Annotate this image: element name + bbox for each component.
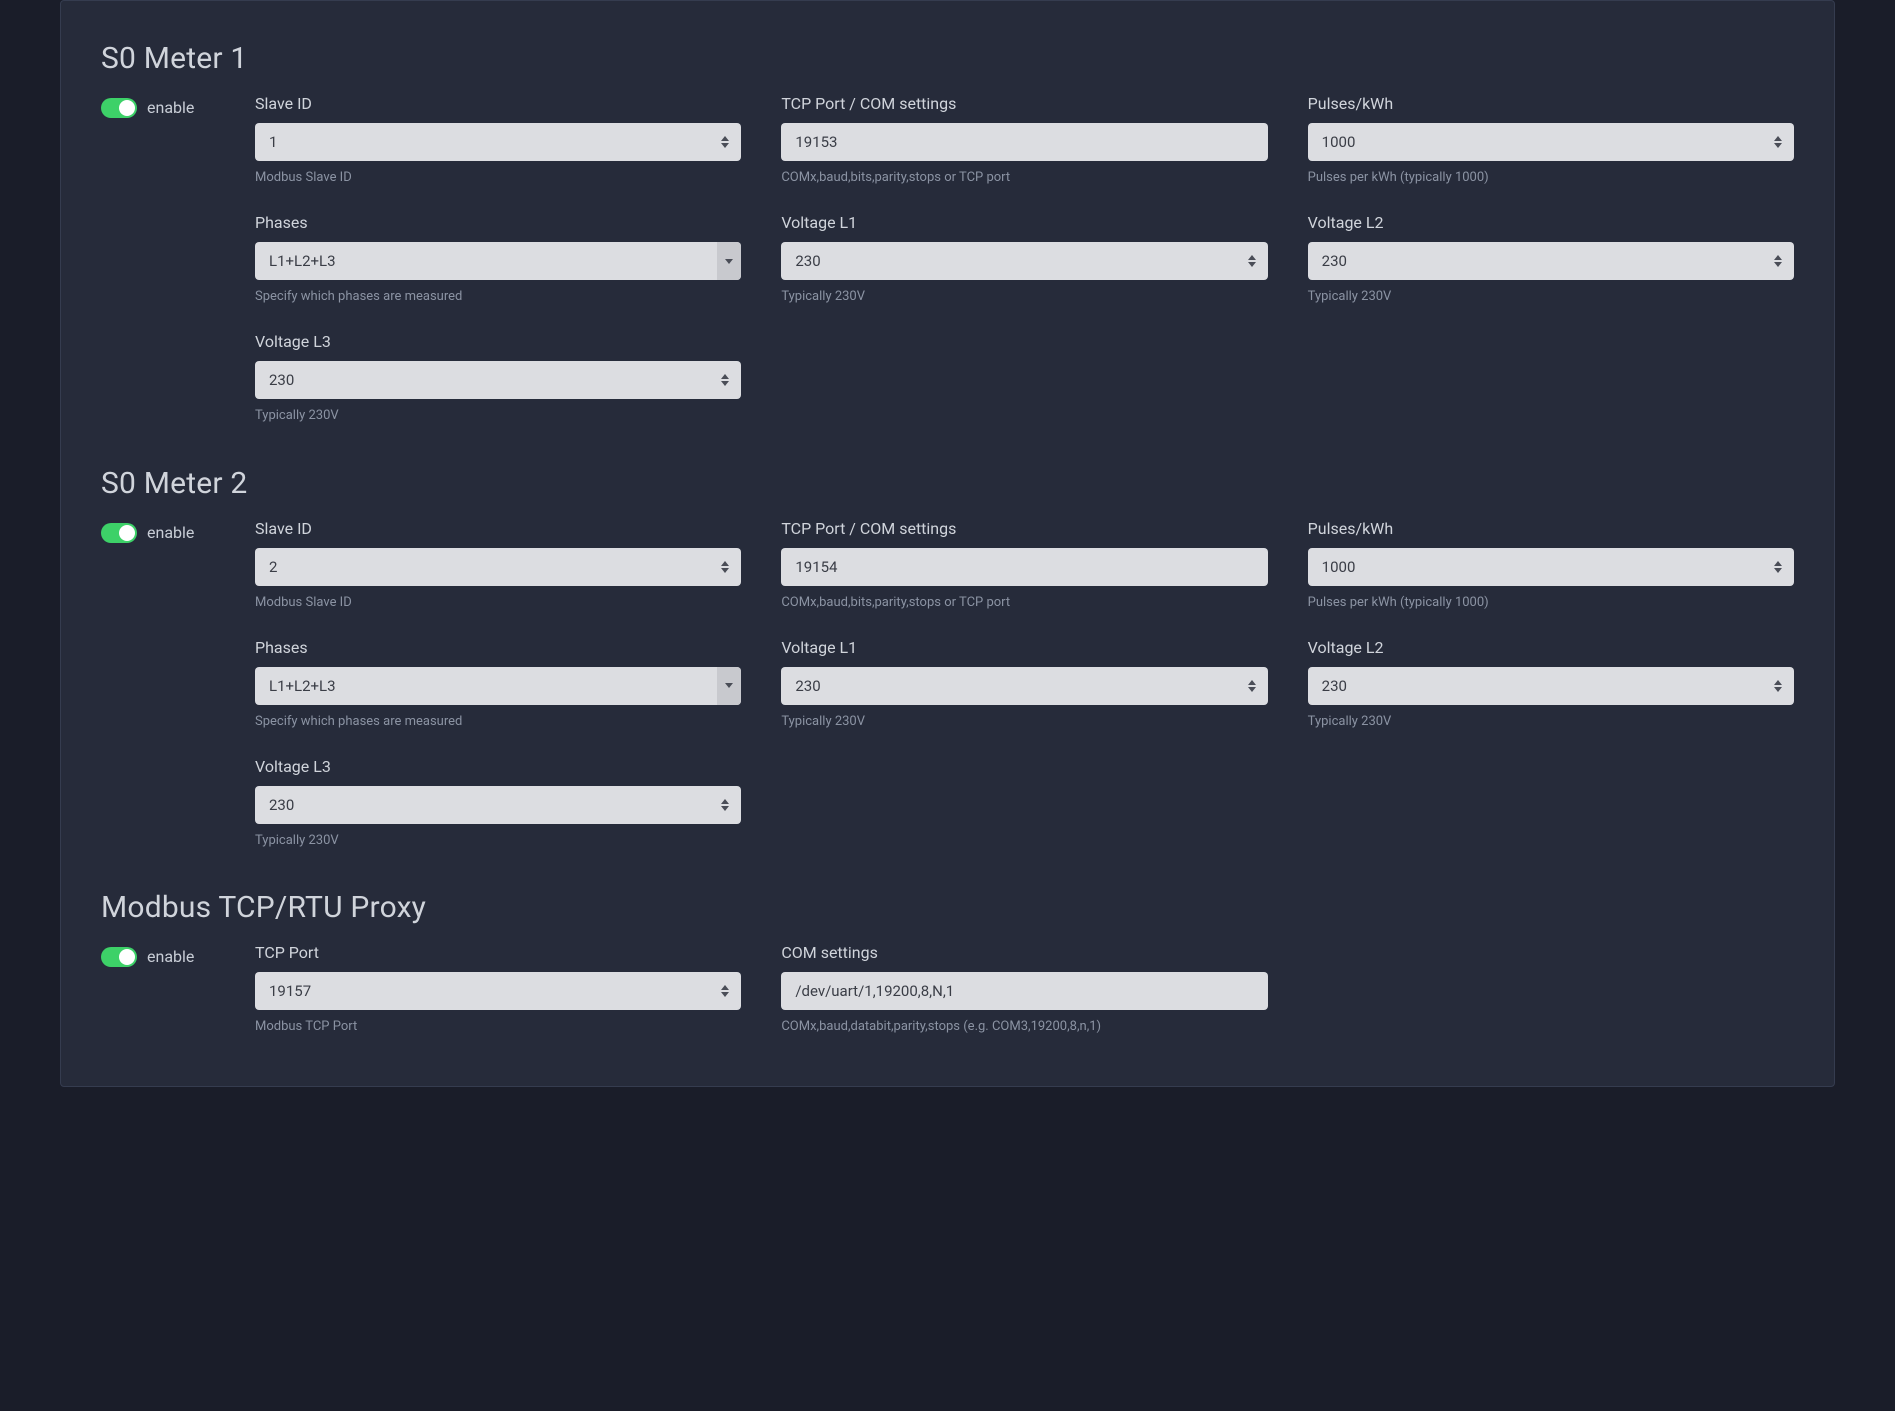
field-help: Typically 230V xyxy=(1308,288,1794,306)
field-phases: Phases L1+L2+L3 Specify which phases are… xyxy=(255,213,741,306)
slave-id-input[interactable] xyxy=(255,548,741,586)
field-help: Pulses per kWh (typically 1000) xyxy=(1308,594,1794,612)
tcp-com-input[interactable] xyxy=(781,123,1267,161)
field-label: Pulses/kWh xyxy=(1308,519,1794,538)
field-help: Typically 230V xyxy=(1308,713,1794,731)
voltage-l2-input[interactable] xyxy=(1308,242,1794,280)
enable-toggle[interactable] xyxy=(101,947,137,967)
field-help: Typically 230V xyxy=(781,288,1267,306)
enable-label: enable xyxy=(147,98,194,117)
field-slave-id: Slave ID Modbus Slave ID xyxy=(255,94,741,187)
voltage-l2-input[interactable] xyxy=(1308,667,1794,705)
enable-toggle[interactable] xyxy=(101,523,137,543)
section-title: S0 Meter 2 xyxy=(101,466,1794,501)
voltage-l3-input[interactable] xyxy=(255,786,741,824)
field-help: Modbus Slave ID xyxy=(255,594,741,612)
field-label: Voltage L3 xyxy=(255,757,741,776)
phases-select[interactable]: L1+L2+L3 xyxy=(255,667,741,705)
field-pulses: Pulses/kWh Pulses per kWh (typically 100… xyxy=(1308,94,1794,187)
voltage-l1-input[interactable] xyxy=(781,667,1267,705)
settings-panel: S0 Meter 1 enable Slave ID Modbus Slave … xyxy=(60,0,1835,1087)
section-s0-meter-2: S0 Meter 2 enable Slave ID Modbus Slave … xyxy=(101,466,1794,851)
section-modbus-proxy: Modbus TCP/RTU Proxy enable TCP Port Mod… xyxy=(101,890,1794,1036)
field-label: Slave ID xyxy=(255,519,741,538)
pulses-input[interactable] xyxy=(1308,548,1794,586)
voltage-l1-input[interactable] xyxy=(781,242,1267,280)
enable-toggle[interactable] xyxy=(101,98,137,118)
field-pulses: Pulses/kWh Pulses per kWh (typically 100… xyxy=(1308,519,1794,612)
field-com-settings: COM settings COMx,baud,databit,parity,st… xyxy=(781,943,1267,1036)
tcp-com-input[interactable] xyxy=(781,548,1267,586)
field-voltage-l2: Voltage L2 Typically 230V xyxy=(1308,638,1794,731)
field-label: Voltage L2 xyxy=(1308,213,1794,232)
field-voltage-l2: Voltage L2 Typically 230V xyxy=(1308,213,1794,306)
field-help: Typically 230V xyxy=(781,713,1267,731)
field-help: Specify which phases are measured xyxy=(255,288,741,306)
enable-label: enable xyxy=(147,523,194,542)
section-s0-meter-1: S0 Meter 1 enable Slave ID Modbus Slave … xyxy=(101,41,1794,426)
field-help: COMx,baud,databit,parity,stops (e.g. COM… xyxy=(781,1018,1267,1036)
field-help: Specify which phases are measured xyxy=(255,713,741,731)
com-settings-input[interactable] xyxy=(781,972,1267,1010)
field-help: Pulses per kWh (typically 1000) xyxy=(1308,169,1794,187)
field-voltage-l3: Voltage L3 Typically 230V xyxy=(255,757,741,850)
field-help: Typically 230V xyxy=(255,407,741,425)
field-label: Phases xyxy=(255,213,741,232)
tcp-port-input[interactable] xyxy=(255,972,741,1010)
section-title: Modbus TCP/RTU Proxy xyxy=(101,890,1794,925)
enable-label: enable xyxy=(147,947,194,966)
field-label: TCP Port / COM settings xyxy=(781,519,1267,538)
field-tcp-com: TCP Port / COM settings COMx,baud,bits,p… xyxy=(781,519,1267,612)
phases-select[interactable]: L1+L2+L3 xyxy=(255,242,741,280)
field-voltage-l3: Voltage L3 Typically 230V xyxy=(255,332,741,425)
field-label: TCP Port xyxy=(255,943,741,962)
pulses-input[interactable] xyxy=(1308,123,1794,161)
field-voltage-l1: Voltage L1 Typically 230V xyxy=(781,213,1267,306)
field-tcp-port: TCP Port Modbus TCP Port xyxy=(255,943,741,1036)
field-voltage-l1: Voltage L1 Typically 230V xyxy=(781,638,1267,731)
field-label: Voltage L1 xyxy=(781,213,1267,232)
field-label: COM settings xyxy=(781,943,1267,962)
voltage-l3-input[interactable] xyxy=(255,361,741,399)
field-label: Voltage L3 xyxy=(255,332,741,351)
field-tcp-com: TCP Port / COM settings COMx,baud,bits,p… xyxy=(781,94,1267,187)
slave-id-input[interactable] xyxy=(255,123,741,161)
field-help: Typically 230V xyxy=(255,832,741,850)
field-help: COMx,baud,bits,parity,stops or TCP port xyxy=(781,169,1267,187)
field-help: Modbus Slave ID xyxy=(255,169,741,187)
field-label: Pulses/kWh xyxy=(1308,94,1794,113)
field-slave-id: Slave ID Modbus Slave ID xyxy=(255,519,741,612)
field-help: COMx,baud,bits,parity,stops or TCP port xyxy=(781,594,1267,612)
field-label: Slave ID xyxy=(255,94,741,113)
field-help: Modbus TCP Port xyxy=(255,1018,741,1036)
field-label: Voltage L1 xyxy=(781,638,1267,657)
field-label: Voltage L2 xyxy=(1308,638,1794,657)
field-label: Phases xyxy=(255,638,741,657)
section-title: S0 Meter 1 xyxy=(101,41,1794,76)
field-label: TCP Port / COM settings xyxy=(781,94,1267,113)
field-phases: Phases L1+L2+L3 Specify which phases are… xyxy=(255,638,741,731)
